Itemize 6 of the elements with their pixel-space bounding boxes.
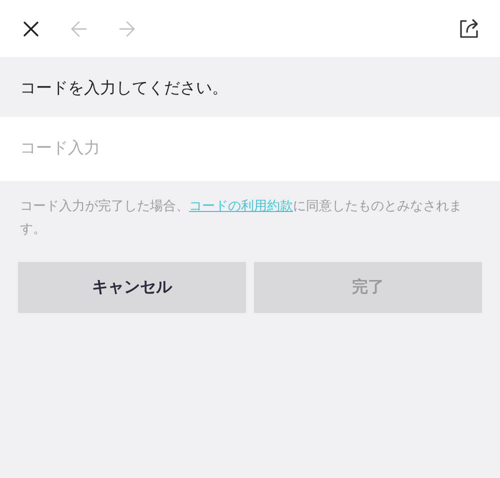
- share-icon: [457, 16, 481, 40]
- agreement-notice: コード入力が完了した場合、コードの利用約款に同意したものとみなされます。: [19, 197, 463, 238]
- code-input-field[interactable]: コード入力: [0, 117, 500, 181]
- prompt-text: コードを入力してください。: [19, 78, 229, 99]
- terms-link[interactable]: コードの利用約款: [189, 198, 293, 213]
- cancel-button[interactable]: キャンセル: [18, 262, 246, 313]
